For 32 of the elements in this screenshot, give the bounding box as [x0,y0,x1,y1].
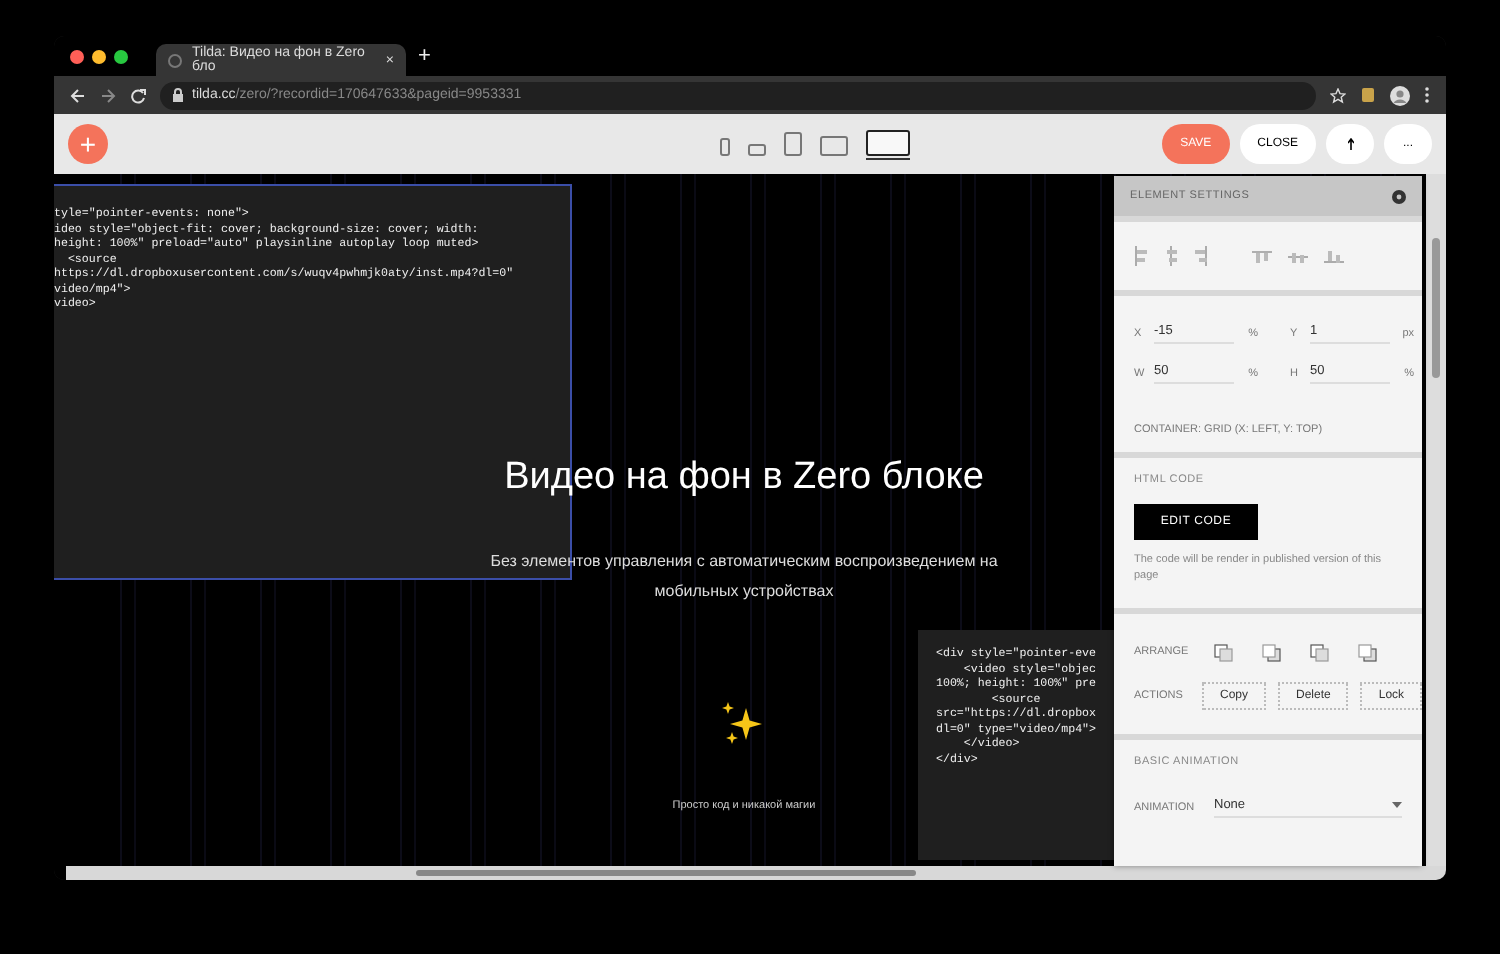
close-dot-icon[interactable] [70,49,84,63]
send-back-icon[interactable] [1358,643,1378,661]
arrow-up-icon [1347,138,1353,150]
more-icon[interactable] [1424,86,1430,104]
align-middle-icon[interactable] [1288,249,1308,263]
horizontal-scrollbar[interactable] [66,866,1446,880]
forward-icon[interactable] [100,87,116,103]
align-top-icon[interactable] [1252,249,1272,263]
phone-icon[interactable] [720,137,731,155]
desktop-icon[interactable] [866,129,911,155]
send-backward-icon[interactable] [1310,643,1330,661]
avatar-icon[interactable] [1390,85,1410,105]
align-right-icon[interactable] [1194,246,1208,266]
back-icon[interactable] [70,87,86,103]
lock-icon [172,88,184,102]
caret-icon [1392,802,1402,808]
reload-icon[interactable] [130,87,146,103]
align-left-icon[interactable] [1134,246,1148,266]
maximize-dot-icon[interactable] [114,49,128,63]
star-icon[interactable] [1330,87,1346,103]
bring-front-icon[interactable] [1214,643,1234,661]
tablet-landscape-icon[interactable] [820,135,849,155]
phone-landscape-icon[interactable] [748,143,767,155]
align-bottom-icon[interactable] [1324,249,1344,263]
align-center-icon[interactable] [1164,246,1178,266]
bring-forward-icon[interactable] [1262,643,1282,661]
tablet-icon[interactable] [784,131,803,155]
vertical-scrollbar[interactable] [1426,174,1446,866]
minimize-dot-icon[interactable] [92,49,106,63]
settings-icon[interactable] [1392,189,1406,203]
page-icon [168,53,182,67]
new-tab-button[interactable]: + [418,44,431,68]
